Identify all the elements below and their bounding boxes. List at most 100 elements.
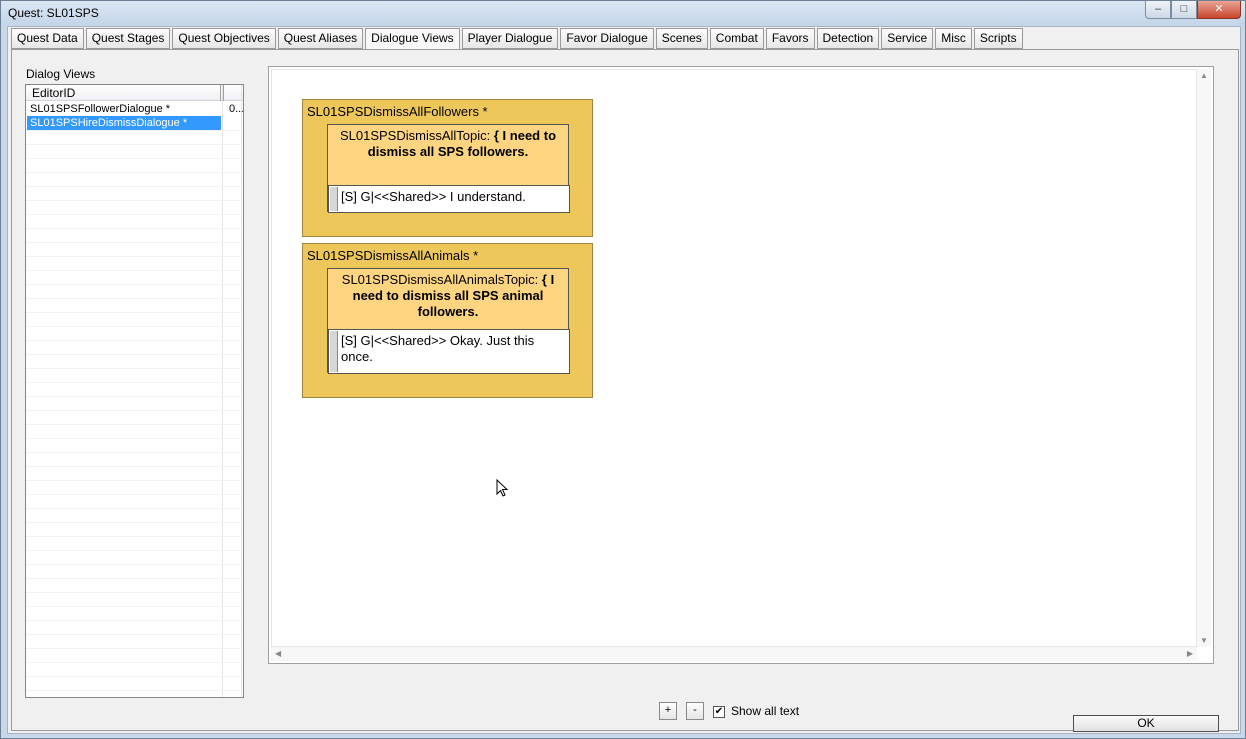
window-client: Quest Data Quest Stages Quest Objectives… — [7, 26, 1241, 734]
scroll-right-icon[interactable]: ▶ — [1187, 649, 1193, 658]
list-item-value: 0... — [229, 103, 243, 115]
tab-player-dialogue[interactable]: Player Dialogue — [461, 28, 559, 49]
list-gridline — [26, 354, 243, 355]
list-gridline — [26, 228, 243, 229]
list-gridline — [26, 256, 243, 257]
window-controls: – □ ✕ — [1145, 1, 1241, 19]
quest-window: Quest: SL01SPS – □ ✕ Quest Data Quest St… — [0, 0, 1246, 739]
tab-quest-objectives[interactable]: Quest Objectives — [172, 28, 276, 49]
tab-misc[interactable]: Misc — [935, 28, 972, 49]
list-gridline — [26, 522, 243, 523]
list-gridline — [26, 620, 243, 621]
list-gridline — [26, 578, 243, 579]
tab-service[interactable]: Service — [881, 28, 934, 49]
list-gridline — [26, 312, 243, 313]
tab-quest-stages[interactable]: Quest Stages — [85, 28, 171, 49]
response-box[interactable]: [S] G|<<Shared>> Okay. Just this once. — [328, 329, 570, 374]
window-title: Quest: SL01SPS — [8, 6, 99, 20]
list-gridline — [26, 424, 243, 425]
dialog-views-list[interactable]: EditorID SL01SPSFollowerDialogue * 0... … — [25, 84, 244, 698]
list-gridline — [26, 410, 243, 411]
column-header-editorid[interactable]: EditorID — [32, 86, 75, 100]
tab-quest-aliases[interactable]: Quest Aliases — [277, 28, 364, 49]
zoom-in-button[interactable]: + — [659, 702, 677, 720]
tab-scripts[interactable]: Scripts — [973, 28, 1023, 49]
list-gridline — [26, 186, 243, 187]
list-item[interactable]: SL01SPSFollowerDialogue * 0... — [27, 102, 243, 116]
vertical-scrollbar[interactable]: ▲ ▼ — [1197, 69, 1211, 647]
list-gridline — [26, 662, 243, 663]
list-gridline — [26, 536, 243, 537]
list-gridline — [26, 298, 243, 299]
list-gridline — [26, 648, 243, 649]
list-gridline — [26, 200, 243, 201]
tab-quest-data[interactable]: Quest Data — [11, 28, 84, 49]
scroll-up-icon[interactable]: ▲ — [1200, 71, 1208, 80]
show-all-text-checkbox[interactable]: ✔ — [713, 706, 725, 718]
dialogue-branch-group[interactable]: SL01SPSDismissAllAnimals * SL01SPSDismis… — [302, 243, 593, 398]
dialog-views-label: Dialog Views — [26, 67, 96, 81]
minimize-button[interactable]: – — [1145, 1, 1171, 19]
canvas-area[interactable]: SL01SPSDismissAllFollowers * SL01SPSDism… — [271, 69, 1197, 647]
response-marker — [330, 187, 338, 211]
branch-title: SL01SPSDismissAllAnimals * — [307, 248, 479, 263]
mouse-cursor-icon — [496, 479, 509, 497]
tab-favors[interactable]: Favors — [765, 28, 815, 49]
list-gridline — [26, 466, 243, 467]
topic-box[interactable]: SL01SPSDismissAllAnimalsTopic: { I need … — [327, 268, 570, 374]
ok-button[interactable]: OK — [1073, 715, 1219, 732]
list-gridline — [26, 606, 243, 607]
scroll-left-icon[interactable]: ◀ — [275, 649, 281, 658]
list-gridline — [26, 172, 243, 173]
title-bar[interactable]: Quest: SL01SPS – □ ✕ — [1, 1, 1245, 25]
list-gridline — [26, 592, 243, 593]
list-gridline — [26, 690, 243, 691]
list-gridline — [26, 270, 243, 271]
dialogue-views-panel: Dialog Views EditorID SL01SPSFollowerDia… — [11, 49, 1239, 732]
tab-strip: Quest Data Quest Stages Quest Objectives… — [11, 28, 1025, 51]
list-item-editorid: SL01SPSFollowerDialogue * — [30, 103, 171, 115]
dialogue-branch-group[interactable]: SL01SPSDismissAllFollowers * SL01SPSDism… — [302, 99, 593, 237]
list-item-editorid: SL01SPSHireDismissDialogue * — [27, 116, 221, 130]
scroll-down-icon[interactable]: ▼ — [1200, 636, 1208, 645]
list-item-selected[interactable]: SL01SPSHireDismissDialogue * — [27, 116, 243, 130]
list-gridline — [26, 368, 243, 369]
list-gridline — [26, 564, 243, 565]
list-gridline — [26, 494, 243, 495]
list-gridline — [26, 242, 243, 243]
response-text: [S] G|<<Shared>> Okay. Just this once. — [341, 333, 535, 364]
response-marker — [330, 331, 338, 372]
list-gridline — [26, 508, 243, 509]
list-gridline — [26, 158, 243, 159]
zoom-out-button[interactable]: - — [686, 702, 704, 720]
list-gridline — [26, 144, 243, 145]
response-box[interactable]: [S] G|<<Shared>> I understand. — [328, 185, 570, 213]
tab-favor-dialogue[interactable]: Favor Dialogue — [560, 28, 654, 49]
topic-box[interactable]: SL01SPSDismissAllTopic: { I need to dism… — [327, 124, 570, 213]
show-all-text-label: Show all text — [731, 704, 800, 718]
column-resize-handle[interactable] — [220, 85, 224, 101]
tab-dialogue-views[interactable]: Dialogue Views — [365, 28, 460, 51]
tab-scenes[interactable]: Scenes — [655, 28, 708, 49]
topic-text: SL01SPSDismissAllAnimalsTopic: { I need … — [332, 272, 564, 320]
list-gridline — [26, 214, 243, 215]
list-gridline — [26, 634, 243, 635]
list-gridline — [26, 480, 243, 481]
maximize-button[interactable]: □ — [1171, 1, 1197, 19]
branch-title: SL01SPSDismissAllFollowers * — [307, 104, 488, 119]
list-header: EditorID — [26, 85, 243, 101]
horizontal-scrollbar[interactable]: ◀ ▶ — [271, 647, 1197, 661]
tab-combat[interactable]: Combat — [709, 28, 764, 49]
list-gridline — [26, 438, 243, 439]
list-gridline — [26, 340, 243, 341]
topic-name: SL01SPSDismissAllAnimalsTopic: — [341, 272, 539, 287]
list-gridline — [26, 326, 243, 327]
list-gridline — [26, 130, 243, 131]
list-gridline — [26, 550, 243, 551]
list-gridline — [26, 396, 243, 397]
close-button[interactable]: ✕ — [1197, 1, 1241, 19]
response-text: [S] G|<<Shared>> I understand. — [341, 189, 526, 204]
list-gridline — [26, 676, 243, 677]
dialogue-canvas[interactable]: SL01SPSDismissAllFollowers * SL01SPSDism… — [268, 66, 1214, 664]
tab-detection[interactable]: Detection — [816, 28, 880, 49]
